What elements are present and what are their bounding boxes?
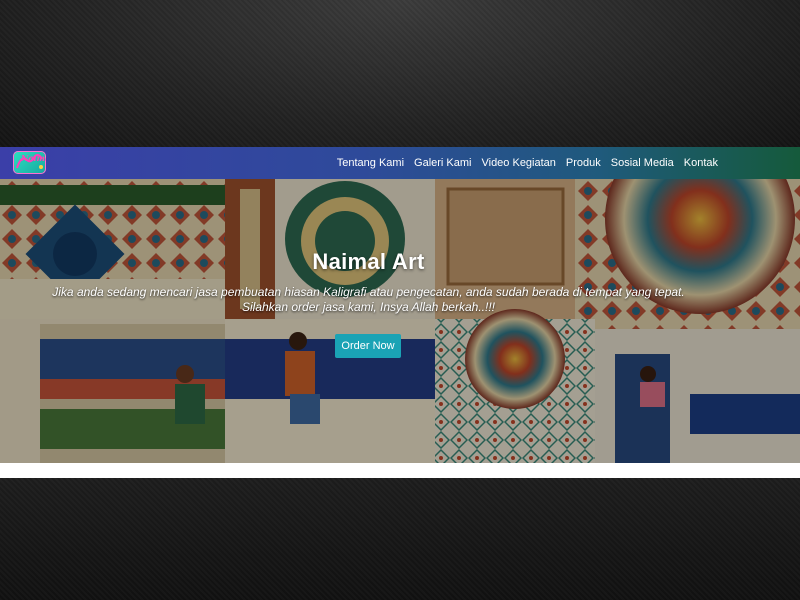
hero-section: Naimal Art Jika anda sedang mencari jasa… xyxy=(0,179,800,463)
brand-logo[interactable]: Naimal xyxy=(13,151,46,174)
hero-subtitle-line-2: Silahkan order jasa kami, Insya Allah be… xyxy=(241,300,495,314)
nav-item-kontak[interactable]: Kontak xyxy=(684,157,718,169)
nav-item-galeri-kami[interactable]: Galeri Kami xyxy=(414,157,471,169)
hero-overlay xyxy=(0,179,800,463)
navbar: Naimal Tentang Kami Galeri Kami Video Ke… xyxy=(0,147,800,179)
logo-text: Naimal xyxy=(21,153,46,163)
page-below-hero xyxy=(0,463,800,478)
nav-item-sosial-media[interactable]: Sosial Media xyxy=(611,157,674,169)
nav-item-produk[interactable]: Produk xyxy=(566,157,601,169)
hero-subtitle-line-1: Jika anda sedang mencari jasa pembuatan … xyxy=(52,285,685,299)
dark-background-bottom xyxy=(0,478,800,600)
dark-background-top xyxy=(0,0,800,147)
nav-menu: Tentang Kami Galeri Kami Video Kegiatan … xyxy=(337,147,718,179)
website-frame: Naimal Tentang Kami Galeri Kami Video Ke… xyxy=(0,147,800,478)
hero-title: Naimal Art xyxy=(312,249,425,274)
order-now-button[interactable]: Order Now xyxy=(335,334,401,358)
nav-item-video-kegiatan[interactable]: Video Kegiatan xyxy=(481,157,555,169)
nav-item-tentang-kami[interactable]: Tentang Kami xyxy=(337,157,404,169)
